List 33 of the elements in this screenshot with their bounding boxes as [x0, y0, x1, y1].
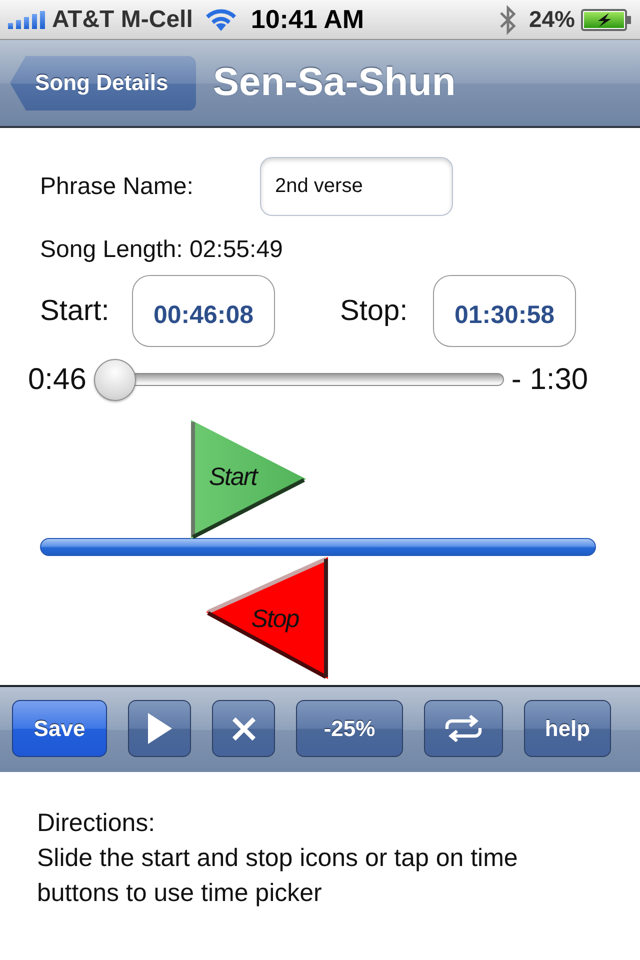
- battery-charging-icon: [581, 8, 632, 30]
- range-slider[interactable]: [94, 359, 504, 401]
- start-flag-handle[interactable]: Start: [190, 420, 306, 539]
- play-button[interactable]: [128, 700, 191, 757]
- cancel-button[interactable]: [212, 700, 275, 757]
- start-label: Start:: [40, 294, 110, 328]
- repeat-icon: [444, 715, 483, 742]
- directions-text: Slide the start and stop icons or tap on time buttons to use time picker: [37, 843, 519, 909]
- wifi-icon: [204, 8, 237, 30]
- song-length-text: Song Length: 02:55:49: [40, 236, 283, 264]
- battery-percentage: 24%: [528, 6, 575, 33]
- stop-label: Stop:: [340, 294, 409, 328]
- bluetooth-icon: [498, 4, 517, 34]
- stop-flag-handle[interactable]: Stop: [206, 557, 328, 679]
- carrier-name: AT&T M-Cell: [52, 6, 193, 34]
- phrase-name-field[interactable]: 2nd verse: [260, 157, 453, 216]
- slider-end-reading: - 1:30: [511, 363, 588, 397]
- directions-heading: Directions:: [37, 808, 156, 839]
- screen-title: Sen-Sa-Shun: [213, 61, 456, 105]
- clock-time: 10:41 AM: [250, 4, 364, 35]
- phrase-name-label: Phrase Name:: [40, 172, 194, 200]
- repeat-button[interactable]: [424, 700, 503, 757]
- save-button[interactable]: Save: [12, 700, 107, 757]
- slider-thumb[interactable]: [94, 359, 136, 401]
- speed-button[interactable]: -25%: [296, 700, 403, 757]
- play-icon: [148, 713, 172, 744]
- signal-bars-icon: [8, 10, 45, 28]
- slider-start-reading: 0:46: [28, 363, 86, 397]
- back-button[interactable]: Song Details: [10, 56, 196, 110]
- start-time-button[interactable]: 00:46:08: [132, 275, 275, 347]
- stop-time-button[interactable]: 01:30:58: [433, 275, 576, 347]
- close-icon: [232, 716, 256, 740]
- help-button[interactable]: help: [524, 700, 611, 757]
